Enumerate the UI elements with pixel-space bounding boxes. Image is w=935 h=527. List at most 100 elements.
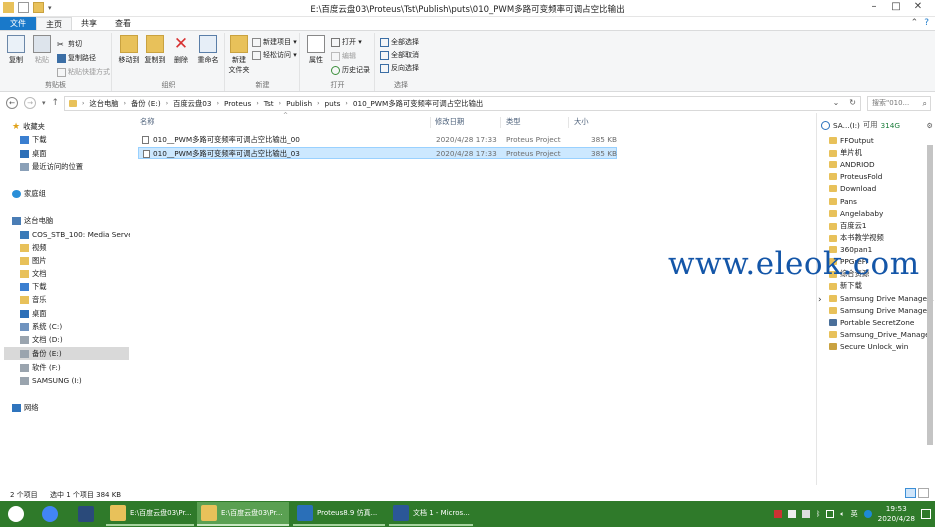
open-button[interactable]: 打开 ▾ bbox=[331, 37, 362, 47]
move-to-button[interactable]: 移动到 bbox=[117, 35, 141, 65]
bluetooth-icon[interactable]: ᛒ bbox=[816, 510, 820, 518]
breadcrumb-item[interactable]: 备份 (E:) bbox=[131, 99, 161, 109]
nav-item-drive-e[interactable]: 备份 (E:) bbox=[4, 347, 129, 360]
list-item[interactable]: Samsung_Drive_Manager bbox=[829, 330, 933, 339]
nav-thispc[interactable]: 这台电脑 bbox=[12, 216, 53, 226]
back-button[interactable]: ← bbox=[6, 97, 18, 109]
copy-path-button[interactable]: 复制路径 bbox=[57, 53, 96, 63]
tab-file[interactable]: 文件 bbox=[0, 17, 36, 30]
column-header-date[interactable]: 修改日期 bbox=[435, 117, 464, 127]
nav-item-music[interactable]: 音乐 bbox=[20, 295, 47, 305]
taskbar-explorer-1[interactable]: E:\百度云盘03\Pr... bbox=[106, 502, 194, 526]
forward-button[interactable]: → bbox=[24, 97, 36, 109]
nav-homegroup[interactable]: 家庭组 bbox=[12, 189, 46, 199]
table-row[interactable]: 010__PWM多路可变频率可调占空比输出_00 2020/4/28 17:33… bbox=[138, 134, 617, 146]
list-item[interactable]: 新下载 bbox=[829, 281, 862, 291]
nav-item-pictures[interactable]: 图片 bbox=[20, 256, 47, 266]
cut-button[interactable]: ✂ 剪切 bbox=[57, 39, 82, 49]
tray-icon[interactable] bbox=[802, 510, 811, 518]
nav-item-downloads-pc[interactable]: 下载 bbox=[20, 282, 47, 292]
nav-item-desktop[interactable]: 桌面 bbox=[20, 149, 47, 159]
scrollbar[interactable] bbox=[926, 135, 934, 483]
properties-button[interactable]: 属性 bbox=[305, 35, 327, 65]
breadcrumb-item[interactable]: puts bbox=[325, 99, 341, 108]
list-item[interactable]: 本书教学视频 bbox=[829, 233, 884, 243]
tab-home[interactable]: 主页 bbox=[36, 17, 72, 30]
address-dropdown-icon[interactable]: ⌄ bbox=[833, 98, 840, 107]
list-item[interactable]: Secure Unlock_win bbox=[829, 342, 908, 351]
large-icons-view-button[interactable] bbox=[918, 488, 929, 498]
tray-icon[interactable] bbox=[788, 510, 797, 518]
edit-button[interactable]: 编辑 bbox=[331, 51, 356, 61]
new-folder-button[interactable]: 新建 文件夹 bbox=[228, 35, 250, 75]
list-item[interactable]: Download bbox=[829, 184, 876, 193]
nav-item-videos[interactable]: 视频 bbox=[20, 243, 47, 253]
select-all-button[interactable]: 全部选择 bbox=[380, 37, 419, 47]
list-item[interactable]: FFOutput bbox=[829, 136, 874, 145]
maximize-button[interactable]: □ bbox=[885, 0, 907, 15]
collapse-ribbon-icon[interactable]: ⌃ bbox=[911, 17, 919, 30]
taskbar-pinned-app[interactable] bbox=[74, 502, 104, 526]
breadcrumb-item[interactable]: 这台电脑 bbox=[89, 99, 118, 109]
details-view-button[interactable] bbox=[905, 488, 916, 498]
nav-item-drive-c[interactable]: 系统 (C:) bbox=[20, 322, 62, 332]
tray-icon[interactable] bbox=[774, 510, 783, 518]
tray-icon[interactable] bbox=[826, 510, 835, 518]
scrollbar-thumb[interactable] bbox=[927, 145, 933, 445]
volume-icon[interactable]: 🔈︎ bbox=[840, 510, 844, 519]
nav-item-downloads[interactable]: 下载 bbox=[20, 135, 47, 145]
rename-button[interactable]: 重命名 bbox=[195, 35, 221, 65]
invert-selection-button[interactable]: 反向选择 bbox=[380, 63, 419, 73]
history-button[interactable]: 历史记录 bbox=[331, 65, 370, 75]
column-header-name[interactable]: 名称 bbox=[140, 117, 155, 127]
nav-favorites[interactable]: ★ 收藏夹 bbox=[12, 122, 45, 132]
breadcrumb-item[interactable]: Publish bbox=[286, 99, 312, 108]
help-icon[interactable]: ? bbox=[924, 17, 929, 30]
list-item[interactable]: Pans bbox=[829, 197, 857, 206]
nav-item-media-server[interactable]: COS_STB_100: Media Server bbox=[20, 230, 136, 239]
search-input[interactable]: 搜索"010... ⌕ bbox=[867, 96, 931, 111]
breadcrumb-item[interactable]: Proteus bbox=[224, 99, 251, 108]
taskbar-word[interactable]: 文档 1 - Micros... bbox=[389, 502, 473, 526]
nav-item-documents[interactable]: 文档 bbox=[20, 269, 47, 279]
column-header-size[interactable]: 大小 bbox=[574, 117, 589, 127]
column-header-type[interactable]: 类型 bbox=[506, 117, 521, 127]
delete-button[interactable]: ✕ 删除 bbox=[170, 35, 192, 65]
tray-icon[interactable] bbox=[863, 510, 872, 518]
table-row[interactable]: 010__PWM多路可变频率可调占空比输出_03 2020/4/28 17:33… bbox=[138, 147, 617, 159]
tab-share[interactable]: 共享 bbox=[72, 17, 106, 30]
copy-button[interactable]: 复制 bbox=[4, 35, 28, 65]
address-bar[interactable]: › 这台电脑 › 备份 (E:) › 百度云盘03 › Proteus › Ts… bbox=[64, 96, 861, 111]
refresh-icon[interactable]: ↻ bbox=[849, 98, 856, 107]
list-item[interactable]: 单片机 bbox=[829, 148, 862, 158]
paste-shortcut-button[interactable]: 粘贴快捷方式 bbox=[57, 67, 110, 77]
breadcrumb-item[interactable]: 百度云盘03 bbox=[173, 99, 211, 109]
notification-icon[interactable] bbox=[921, 509, 931, 519]
list-item[interactable]: Portable SecretZone bbox=[829, 318, 914, 327]
nav-item-recent[interactable]: 最近访问的位置 bbox=[20, 162, 83, 172]
taskbar-pinned-app[interactable] bbox=[38, 502, 68, 526]
chevron-right-icon[interactable]: › bbox=[818, 295, 822, 305]
taskbar-proteus[interactable]: Proteus8.9 仿真... bbox=[293, 502, 385, 526]
list-item[interactable]: Samsung Drive Manage... bbox=[829, 294, 934, 303]
list-item[interactable]: Angelababy bbox=[829, 209, 883, 218]
breadcrumb-item[interactable]: Tst bbox=[264, 99, 274, 108]
easy-access-button[interactable]: 轻松访问 ▾ bbox=[252, 50, 297, 60]
clock[interactable]: 19:53 2020/4/28 bbox=[878, 504, 915, 524]
close-button[interactable]: ✕ bbox=[907, 0, 929, 15]
start-button[interactable] bbox=[4, 502, 32, 526]
gear-icon[interactable]: ⚙ bbox=[926, 121, 933, 130]
nav-network[interactable]: 网络 bbox=[12, 403, 39, 413]
list-item[interactable]: 百度云1 bbox=[829, 221, 867, 231]
minimize-button[interactable]: – bbox=[863, 0, 885, 15]
select-none-button[interactable]: 全部取消 bbox=[380, 50, 419, 60]
nav-item-desktop-pc[interactable]: 桌面 bbox=[20, 309, 47, 319]
nav-item-drive-f[interactable]: 软件 (F:) bbox=[20, 363, 61, 373]
list-item[interactable]: Samsung Drive Manager bbox=[829, 306, 930, 315]
copy-to-button[interactable]: 复制到 bbox=[143, 35, 167, 65]
breadcrumb-item[interactable]: 010_PWM多路可变频率可调占空比输出 bbox=[353, 99, 483, 109]
nav-item-drive-d[interactable]: 文档 (D:) bbox=[20, 335, 63, 345]
list-item[interactable]: ProteusFold bbox=[829, 172, 882, 181]
taskbar-explorer-2[interactable]: E:\百度云盘03\Pr... bbox=[197, 502, 289, 526]
paste-button[interactable]: 粘贴 bbox=[30, 35, 54, 65]
